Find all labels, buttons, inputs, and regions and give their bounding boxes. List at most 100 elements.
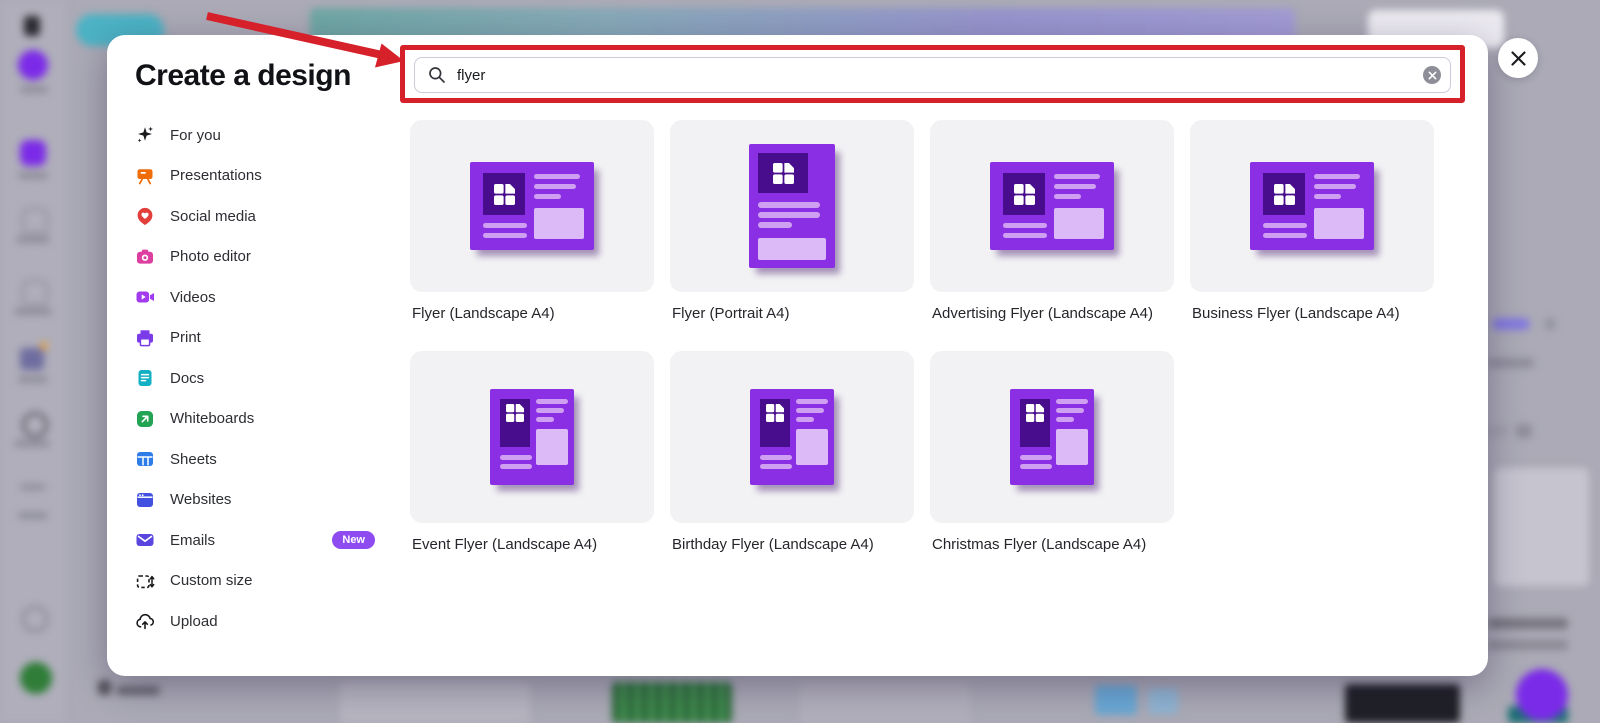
template-label: Birthday Flyer (Landscape A4) [672, 536, 874, 553]
template-thumbnail [410, 351, 654, 523]
template-card-flyer-portrait-a4-[interactable]: Flyer (Portrait A4) [670, 120, 914, 322]
rail-label-blur [18, 172, 48, 179]
page-icon-blur [98, 680, 111, 695]
sidebar-item-label: Videos [170, 288, 216, 306]
right-icon-blur [1488, 426, 1508, 436]
assistant-fab-blur [1516, 669, 1568, 721]
close-icon [1510, 50, 1526, 66]
template-card-advertising-flyer-landscape-a4-[interactable]: Advertising Flyer (Landscape A4) [930, 120, 1174, 322]
template-card-flyer-landscape-a4-[interactable]: Flyer (Landscape A4) [410, 120, 654, 322]
page-text-blur [116, 686, 160, 695]
sidebar-item-label: Whiteboards [170, 410, 255, 428]
sidebar-item-whiteboards[interactable]: Whiteboards [135, 399, 375, 440]
sidebar-item-label: Social media [170, 207, 256, 225]
clear-search-button[interactable] [1423, 66, 1441, 84]
design-types-sidebar: For you Presentations Social media Photo ed… [135, 115, 375, 642]
sidebar-item-for-you[interactable]: For you [135, 115, 375, 156]
sidebar-item-videos[interactable]: Videos [135, 277, 375, 318]
sidebar-item-label: Emails [170, 531, 216, 549]
sidebar-item-print[interactable]: Print [135, 318, 375, 359]
sidebar-item-label: Upload [170, 612, 218, 630]
resize-icon [136, 574, 155, 588]
sidebar-item-label: For you [170, 126, 221, 144]
template-label: Business Flyer (Landscape A4) [1192, 305, 1400, 322]
sidebar-item-sheets[interactable]: Sheets [135, 439, 375, 480]
template-card-christmas-flyer-landscape-a4-[interactable]: Christmas Flyer (Landscape A4) [930, 351, 1174, 553]
template-card-business-flyer-landscape-a4-[interactable]: Business Flyer (Landscape A4) [1190, 120, 1434, 322]
rail-label-blur [14, 440, 50, 447]
thumbnail-blur [800, 682, 970, 723]
rail-icon-blur [22, 208, 48, 234]
whiteboard-icon [137, 410, 153, 427]
video-icon [136, 291, 154, 303]
rail-label-blur [18, 376, 48, 383]
cloud-upload-icon [136, 614, 155, 630]
sidebar-item-label: Print [170, 329, 201, 347]
template-thumbnail [930, 120, 1174, 292]
template-thumbnail [670, 351, 914, 523]
rail-icon-blur [20, 140, 46, 166]
rail-text-blur [18, 512, 48, 519]
sidebar-item-social-media[interactable]: Social media [135, 196, 375, 237]
sidebar-item-custom-size[interactable]: Custom size [135, 561, 375, 602]
template-label: Flyer (Portrait A4) [672, 305, 790, 322]
create-design-modal: Create a design For you Presentations Soci… [107, 35, 1488, 676]
avatar-blur [20, 662, 52, 694]
menu-icon-blur [24, 16, 40, 36]
template-thumbnail [410, 120, 654, 292]
rail-icon-blur [22, 280, 48, 306]
template-card-birthday-flyer-landscape-a4-[interactable]: Birthday Flyer (Landscape A4) [670, 351, 914, 553]
flyer-illustration [990, 162, 1114, 250]
page-glyph-icon [1013, 183, 1035, 205]
sidebar-item-presentations[interactable]: Presentations [135, 156, 375, 197]
rail-text-blur [20, 484, 46, 490]
rail-label-blur [14, 308, 52, 315]
page-glyph-icon [1273, 183, 1295, 205]
flyer-illustration [1010, 389, 1094, 485]
heart-pin-icon [137, 208, 153, 226]
envelope-icon [136, 534, 154, 547]
new-badge: New [332, 531, 375, 550]
template-card-event-flyer-landscape-a4-[interactable]: Event Flyer (Landscape A4) [410, 351, 654, 553]
right-text-blur [1488, 640, 1568, 650]
rail-label-blur [16, 236, 50, 243]
sidebar-item-label: Websites [170, 491, 232, 509]
template-label: Advertising Flyer (Landscape A4) [932, 305, 1153, 322]
sidebar-item-label: Sheets [170, 450, 217, 468]
rail-label-blur [20, 86, 48, 93]
modal-title: Create a design [135, 59, 351, 92]
sidebar-item-label: Presentations [170, 167, 262, 185]
sidebar-item-emails[interactable]: Emails New [135, 520, 375, 561]
screen: Create a design For you Presentations Soci… [0, 0, 1600, 723]
presentation-icon [137, 168, 153, 185]
sparkles-icon [137, 126, 153, 143]
flyer-illustration [470, 162, 594, 250]
rail-home-icon-blur [18, 50, 48, 80]
rail-icon-blur [22, 412, 48, 438]
close-button[interactable] [1498, 38, 1538, 78]
page-glyph-icon [493, 183, 515, 205]
template-thumbnail [930, 351, 1174, 523]
search-input[interactable] [414, 57, 1451, 93]
right-text-blur [1488, 358, 1534, 368]
sidebar-item-upload[interactable]: Upload [135, 601, 375, 642]
sidebar-item-websites[interactable]: Websites [135, 480, 375, 521]
template-label: Christmas Flyer (Landscape A4) [932, 536, 1147, 553]
thumbnail-blur [612, 682, 732, 723]
thumbnail-blur [1345, 684, 1460, 723]
flyer-illustration [1250, 162, 1374, 250]
sidebar-item-photo-editor[interactable]: Photo editor [135, 237, 375, 278]
flyer-illustration [749, 144, 835, 268]
document-icon [138, 370, 152, 387]
page-glyph-icon [772, 162, 794, 184]
camera-icon [137, 249, 153, 264]
page-glyph-icon [1026, 404, 1044, 422]
rail-brand-icon-blur [20, 348, 44, 370]
search-icon [429, 67, 445, 83]
sidebar-item-label: Custom size [170, 572, 253, 590]
template-label: Event Flyer (Landscape A4) [412, 536, 598, 553]
page-glyph-icon [766, 404, 784, 422]
spreadsheet-icon [137, 452, 153, 467]
sidebar-item-docs[interactable]: Docs [135, 358, 375, 399]
right-card-blur [1494, 468, 1589, 586]
